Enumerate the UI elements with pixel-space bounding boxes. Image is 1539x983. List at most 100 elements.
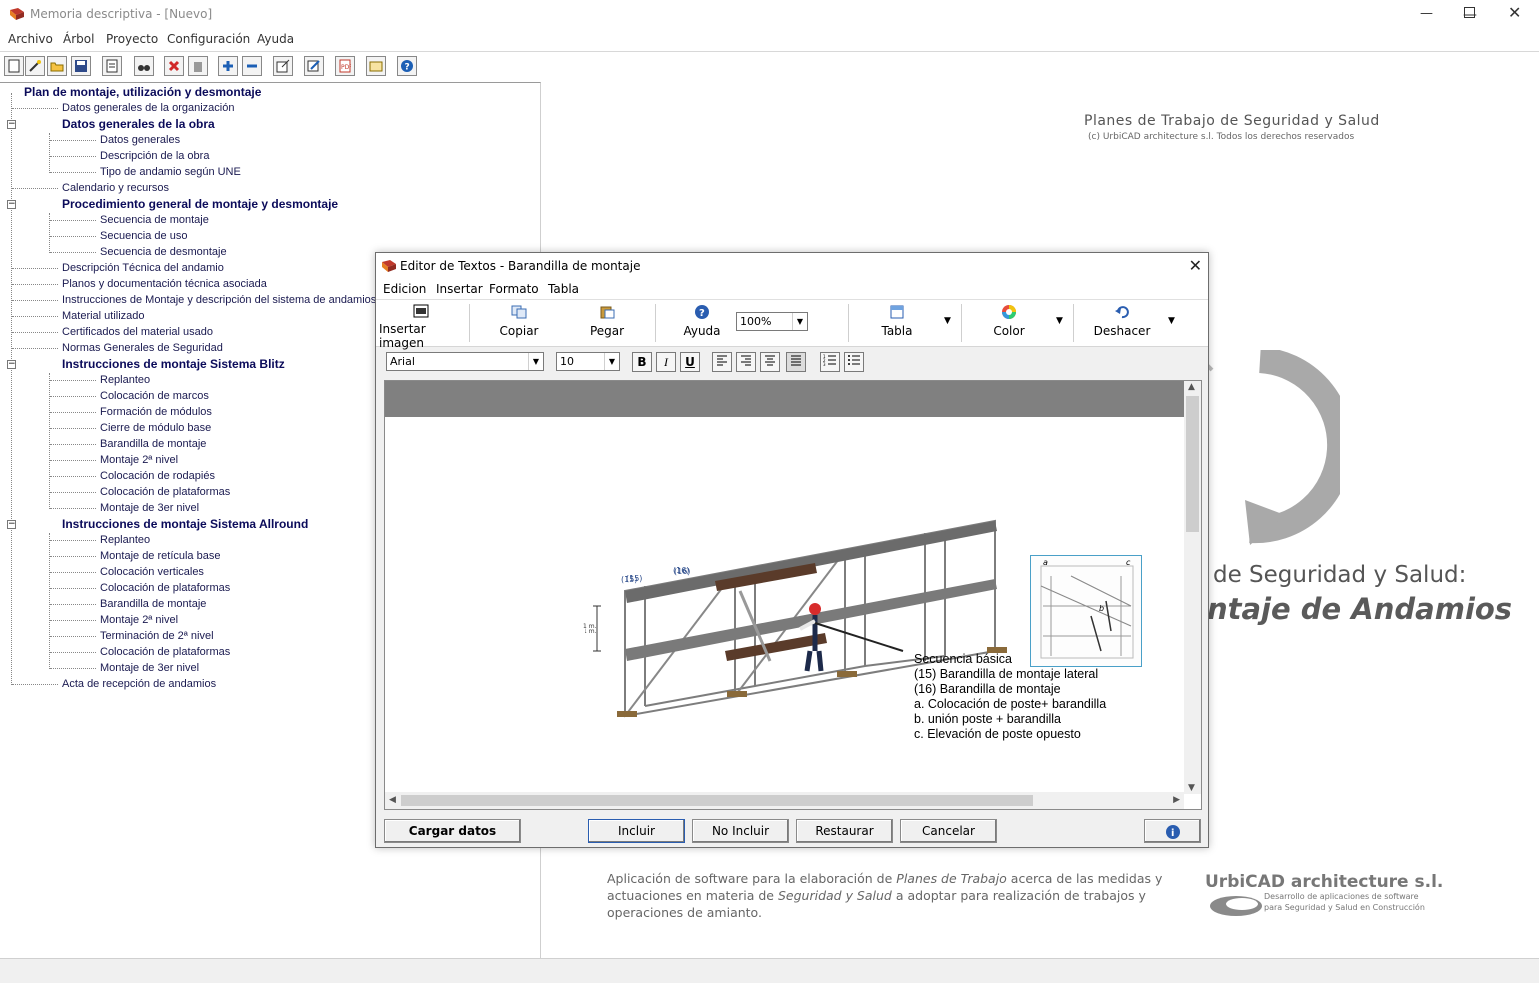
wand-icon[interactable] [25,56,45,76]
tree-item[interactable]: Datos generales [100,134,180,146]
tree-item[interactable]: Descripción de la obra [100,150,209,162]
font-size-select[interactable]: 10 ▼ [556,352,620,371]
scroll-thumb[interactable] [401,795,1033,806]
save-icon[interactable] [71,56,91,76]
menu-tabla[interactable]: Tabla [548,282,579,296]
table-dropdown-icon[interactable]: ▼ [944,316,951,326]
delete-icon[interactable] [164,56,184,76]
tree-item[interactable]: Secuencia de uso [100,230,187,242]
add-icon[interactable] [218,56,238,76]
menu-arbol[interactable]: Árbol [63,32,94,46]
exclude-button[interactable]: No Incluir [692,819,789,843]
scroll-thumb[interactable] [1186,396,1199,532]
tree-item[interactable]: Replanteo [100,534,150,546]
tree-item[interactable]: Colocación de plataformas [100,486,230,498]
zoom-select[interactable]: 100% ▼ [736,312,808,331]
scroll-right-icon[interactable]: ▶ [1173,795,1180,805]
copy-button[interactable]: Copiar [494,302,544,344]
tree-item[interactable]: Material utilizado [62,310,145,322]
tree-item[interactable]: Montaje de 3er nivel [100,502,199,514]
menu-configuracion[interactable]: Configuración [167,32,250,46]
export-icon[interactable] [273,56,293,76]
tree-item[interactable]: Terminación de 2ª nivel [100,630,214,642]
menu-ayuda[interactable]: Ayuda [257,32,294,46]
tree-item[interactable]: Instrucciones de montaje Sistema Allroun… [62,517,308,531]
underline-button[interactable]: U [680,352,700,372]
tree-item[interactable]: Secuencia de montaje [100,214,209,226]
tree-item[interactable]: Formación de módulos [100,406,212,418]
include-button[interactable]: Incluir [588,819,685,843]
tree-item[interactable]: Tipo de andamio según UNE [100,166,241,178]
restore-button[interactable]: Restaurar [796,819,893,843]
tree-item[interactable]: Colocación verticales [100,566,204,578]
undo-button[interactable]: Deshacer [1094,302,1150,344]
tree-item[interactable]: Normas Generales de Seguridad [62,342,223,354]
table-button[interactable]: Tabla [874,302,920,344]
justify-button[interactable] [786,352,806,372]
trash-icon[interactable] [188,56,208,76]
color-dropdown-icon[interactable]: ▼ [1056,316,1063,326]
tree-item[interactable]: Cierre de módulo base [100,422,211,434]
help-icon[interactable]: ? [397,56,417,76]
collapse-icon[interactable]: − [7,360,16,369]
bold-button[interactable]: B [632,352,652,372]
menu-archivo[interactable]: Archivo [8,32,53,46]
help-button[interactable]: ? Ayuda [679,302,725,344]
remove-icon[interactable] [242,56,262,76]
tree-item[interactable]: Acta de recepción de andamios [62,678,216,690]
tree-item[interactable]: Montaje 2ª nivel [100,454,178,466]
collapse-icon[interactable]: − [7,200,16,209]
new-file-icon[interactable] [4,56,24,76]
tree-item[interactable]: Colocación de marcos [100,390,209,402]
italic-button[interactable]: I [656,352,676,372]
vertical-scrollbar[interactable]: ▲ ▼ [1184,381,1201,794]
align-left-button[interactable] [712,352,732,372]
tree-item[interactable]: Colocación de plataformas [100,582,230,594]
text-editor-area[interactable]: (15) (16) 1 m. (15) (16) 1 m. a b c [384,380,1202,810]
pdf-icon[interactable]: PDF [335,56,355,76]
align-right-button[interactable] [736,352,756,372]
tree-item[interactable]: Planos y documentación técnica asociada [62,278,267,290]
collapse-icon[interactable]: − [7,520,16,529]
menu-formato[interactable]: Formato [489,282,539,296]
tree-item[interactable]: Certificados del material usado [62,326,213,338]
tree-item[interactable]: Procedimiento general de montaje y desmo… [62,197,338,211]
tree-item[interactable]: Replanteo [100,374,150,386]
tree-item[interactable]: Montaje de retícula base [100,550,220,562]
tree-item[interactable]: Datos generales de la obra [62,117,215,131]
close-icon[interactable]: ✕ [1508,3,1521,22]
tree-item[interactable]: Secuencia de desmontaje [100,246,227,258]
tree-root[interactable]: Plan de montaje, utilización y desmontaj… [24,85,261,99]
load-data-button[interactable]: Cargar datos [384,819,521,843]
scroll-up-icon[interactable]: ▲ [1188,382,1195,392]
certificate-icon[interactable] [366,56,386,76]
maximize-icon[interactable] [1464,7,1475,18]
tree-item[interactable]: Barandilla de montaje [100,438,206,450]
cancel-button[interactable]: Cancelar [900,819,997,843]
tree-item[interactable]: Montaje 2ª nivel [100,614,178,626]
tree-item[interactable]: Instrucciones de montaje Sistema Blitz [62,357,285,371]
minimize-icon[interactable]: — [1420,6,1433,21]
menu-proyecto[interactable]: Proyecto [106,32,158,46]
tree-item[interactable]: Descripción Técnica del andamio [62,262,224,274]
paste-button[interactable]: Pegar [584,302,630,344]
info-button[interactable]: i [1144,819,1201,843]
tree-item[interactable]: Barandilla de montaje [100,598,206,610]
color-button[interactable]: Color [986,302,1032,344]
tree-item[interactable]: Montaje de 3er nivel [100,662,199,674]
scroll-down-icon[interactable]: ▼ [1188,783,1195,793]
scroll-left-icon[interactable]: ◀ [389,795,396,805]
open-folder-icon[interactable] [47,56,67,76]
horizontal-scrollbar[interactable]: ◀ ▶ [385,792,1184,809]
tree-item[interactable]: Calendario y recursos [62,182,169,194]
undo-dropdown-icon[interactable]: ▼ [1168,316,1175,326]
menu-edicion[interactable]: Edicion [383,282,426,296]
tree-item[interactable]: Datos generales de la organización [62,102,234,114]
preview-icon[interactable] [102,56,122,76]
collapse-icon[interactable]: − [7,120,16,129]
tree-item[interactable]: Colocación de rodapiés [100,470,215,482]
bullet-list-button[interactable] [844,352,864,372]
font-select[interactable]: Arial ▼ [386,352,544,371]
tree-item[interactable]: Instrucciones de Montaje y descripción d… [62,294,376,306]
numbered-list-button[interactable]: 123 [820,352,840,372]
